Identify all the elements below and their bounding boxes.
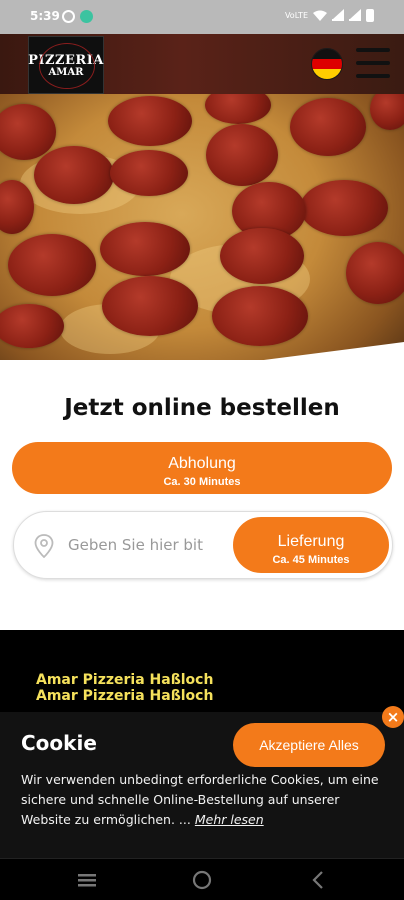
logo[interactable]: PIZZERIA AMAR	[28, 36, 104, 94]
back-icon[interactable]	[307, 869, 331, 891]
pickup-button[interactable]: Abholung Ca. 30 Minutes	[12, 442, 392, 494]
battery-icon	[366, 9, 374, 22]
delivery-address-box: Lieferung Ca. 45 Minutes	[13, 511, 393, 579]
page-title: Jetzt online bestellen	[64, 395, 340, 421]
read-more-link[interactable]: Mehr lesen	[195, 812, 264, 827]
restaurant-name: Amar Pizzeria Haßloch	[36, 688, 214, 704]
delivery-time: Ca. 45 Minutes	[272, 553, 350, 566]
pickup-label: Abholung	[168, 455, 236, 472]
system-navbar	[0, 858, 404, 900]
address-input[interactable]	[68, 530, 234, 560]
hero-pizza-image	[0, 94, 404, 394]
german-flag-icon[interactable]	[311, 48, 343, 80]
hamburger-menu-icon[interactable]	[356, 48, 390, 78]
cookie-text: Wir verwenden unbedingt erforderliche Co…	[21, 770, 389, 830]
restaurant-name: Amar Pizzeria Haßloch	[36, 672, 214, 688]
signal-icon	[332, 8, 344, 21]
volte-icon: VoLTE	[284, 10, 308, 20]
accept-all-button[interactable]: Akzeptiere Alles	[233, 723, 385, 767]
app-icon	[80, 10, 93, 23]
status-time: 5:39	[30, 9, 60, 23]
recent-apps-icon[interactable]	[75, 869, 99, 891]
minus-circle-icon	[62, 10, 75, 23]
cookie-banner: Cookie Akzeptiere Alles Wir verwenden un…	[0, 712, 404, 858]
cookie-title: Cookie	[21, 731, 97, 755]
close-icon[interactable]: ×	[382, 706, 404, 728]
header: PIZZERIA AMAR	[0, 34, 404, 94]
delivery-button[interactable]: Lieferung Ca. 45 Minutes	[233, 517, 389, 573]
wifi-icon	[313, 10, 327, 21]
pickup-time: Ca. 30 Minutes	[163, 476, 241, 488]
location-pin-icon	[34, 534, 54, 558]
home-icon[interactable]	[190, 869, 214, 891]
hero-shape-cut	[0, 342, 404, 394]
delivery-label: Lieferung	[277, 532, 345, 550]
status-bar: 5:39 VoLTE	[0, 0, 404, 34]
signal-icon	[349, 8, 361, 21]
status-icons: VoLTE	[284, 8, 374, 22]
logo-ring	[39, 43, 95, 89]
